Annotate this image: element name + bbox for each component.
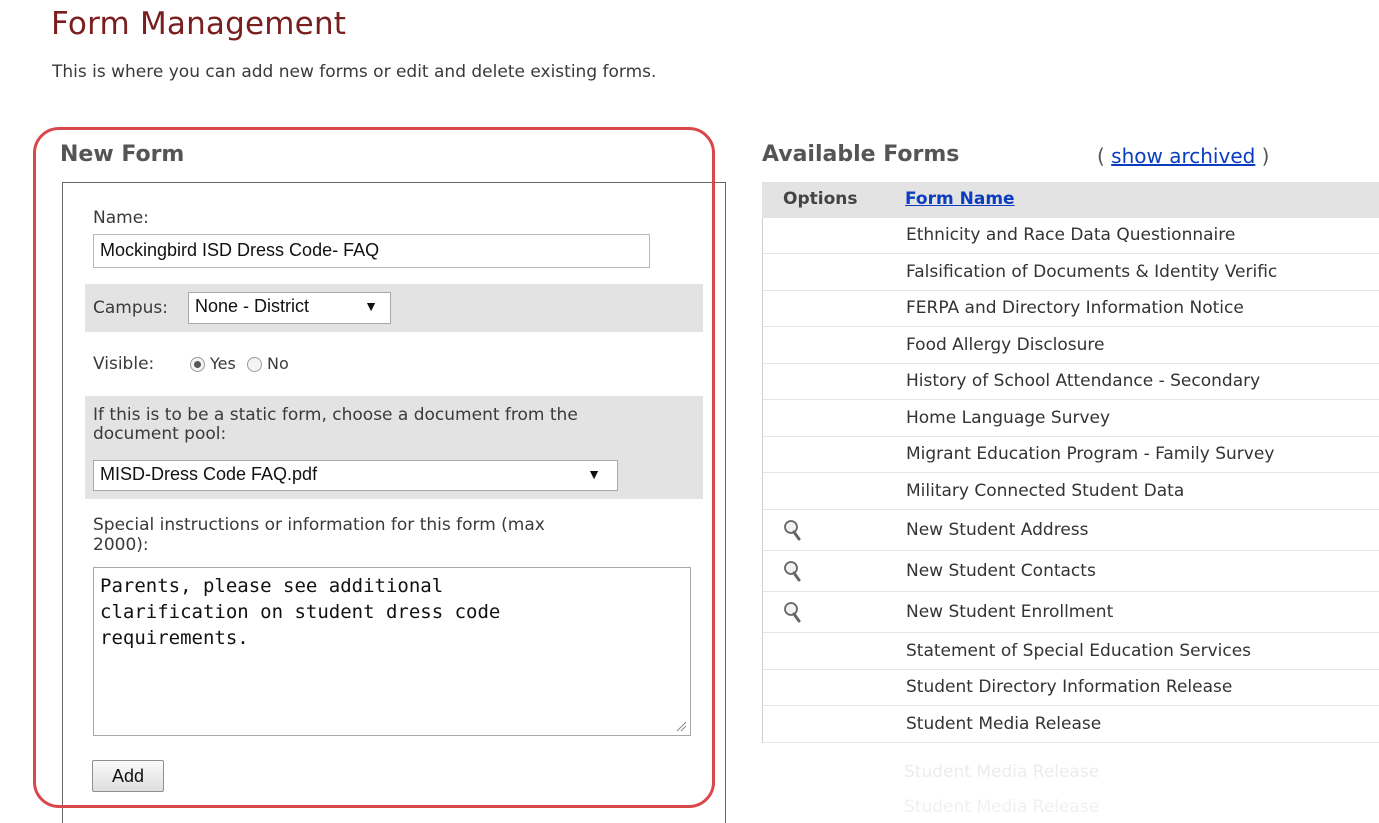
campus-select[interactable]: None - District ▼ (188, 292, 391, 324)
form-name-cell[interactable]: Ethnicity and Race Data Questionnaire (906, 225, 1235, 245)
form-name-cell[interactable]: Migrant Education Program - Family Surve… (906, 444, 1274, 464)
campus-row (85, 284, 703, 332)
resize-handle-icon[interactable] (675, 720, 687, 732)
static-form-label-line1: If this is to be a static form, choose a… (93, 405, 578, 425)
magnifier-icon[interactable] (782, 519, 804, 541)
available-forms-heading: Available Forms (762, 142, 960, 167)
table-row: Military Connected Student Data (763, 473, 1379, 510)
form-name-cell[interactable]: FERPA and Directory Information Notice (906, 298, 1244, 318)
campus-select-value: None - District (195, 296, 310, 316)
document-dropdown-arrow-icon: ▼ (587, 466, 601, 482)
table-row: Migrant Education Program - Family Surve… (763, 437, 1379, 473)
form-name-cell[interactable]: Statement of Special Education Services (906, 641, 1251, 661)
table-row: FERPA and Directory Information Notice (763, 291, 1379, 327)
available-forms-table: Options Form Name Ethnicity and Race Dat… (762, 182, 1379, 743)
instructions-label-line1: Special instructions or information for … (93, 515, 545, 535)
form-name-cell[interactable]: New Student Enrollment (906, 602, 1113, 622)
form-name-cell[interactable]: History of School Attendance - Secondary (906, 371, 1260, 391)
visible-no-label: No (267, 354, 289, 373)
form-name-cell[interactable]: Military Connected Student Data (906, 481, 1184, 501)
table-body: Ethnicity and Race Data Questionnaire Fal… (762, 218, 1379, 743)
magnifier-icon[interactable] (782, 560, 804, 582)
table-row: New Student Enrollment (763, 592, 1379, 633)
archived-close-paren: ) (1255, 144, 1270, 168)
document-select[interactable]: MISD-Dress Code FAQ.pdf ▼ (93, 460, 618, 491)
table-row: Student Media Release (763, 706, 1379, 743)
form-name-cell[interactable]: New Student Contacts (906, 561, 1096, 581)
show-archived-link[interactable]: show archived (1111, 144, 1255, 168)
campus-dropdown-arrow-icon: ▼ (364, 298, 378, 314)
form-name-cell[interactable]: New Student Address (906, 520, 1089, 540)
form-name-cell[interactable]: Falsification of Documents & Identity Ve… (906, 262, 1277, 282)
show-archived-wrapper: ( show archived ) (1097, 144, 1270, 168)
add-button[interactable]: Add (92, 760, 164, 792)
name-label: Name: (93, 208, 149, 228)
form-name-cell[interactable]: Food Allergy Disclosure (906, 335, 1105, 355)
table-row: Statement of Special Education Services (763, 633, 1379, 670)
form-name-cell[interactable]: Student Directory Information Release (906, 677, 1232, 697)
magnifier-icon[interactable] (782, 601, 804, 623)
archived-open-paren: ( (1097, 144, 1112, 168)
page-title: Form Management (51, 6, 347, 42)
static-form-label-line2: document pool: (93, 424, 227, 444)
page-subtitle: This is where you can add new forms or e… (52, 62, 657, 82)
visible-yes-radio[interactable] (190, 357, 205, 372)
faded-row: Student Media Release (904, 797, 1100, 817)
table-row: History of School Attendance - Secondary (763, 364, 1379, 400)
table-row: Home Language Survey (763, 400, 1379, 437)
table-row: Ethnicity and Race Data Questionnaire (763, 218, 1379, 254)
form-name-cell[interactable]: Home Language Survey (906, 408, 1110, 428)
document-select-value: MISD-Dress Code FAQ.pdf (100, 464, 318, 484)
form-name-cell[interactable]: Student Media Release (906, 714, 1101, 734)
campus-label: Campus: (93, 298, 168, 318)
column-header-form-name[interactable]: Form Name (905, 189, 1015, 209)
visible-label: Visible: (93, 354, 155, 374)
table-row: New Student Contacts (763, 551, 1379, 592)
column-header-options: Options (783, 189, 858, 209)
table-header: Options Form Name (762, 182, 1379, 218)
table-row: Food Allergy Disclosure (763, 327, 1379, 364)
instructions-label-line2: 2000): (93, 535, 149, 555)
table-row: Falsification of Documents & Identity Ve… (763, 254, 1379, 291)
new-form-heading: New Form (60, 142, 185, 167)
name-input[interactable]: Mockingbird ISD Dress Code- FAQ (93, 234, 650, 268)
table-row: New Student Address (763, 510, 1379, 551)
visible-no-radio[interactable] (247, 357, 262, 372)
table-row: Student Directory Information Release (763, 670, 1379, 706)
faded-row: Student Media Release (904, 762, 1100, 782)
instructions-textarea[interactable]: Parents, please see additional clarifica… (93, 567, 691, 736)
visible-yes-label: Yes (210, 354, 236, 373)
